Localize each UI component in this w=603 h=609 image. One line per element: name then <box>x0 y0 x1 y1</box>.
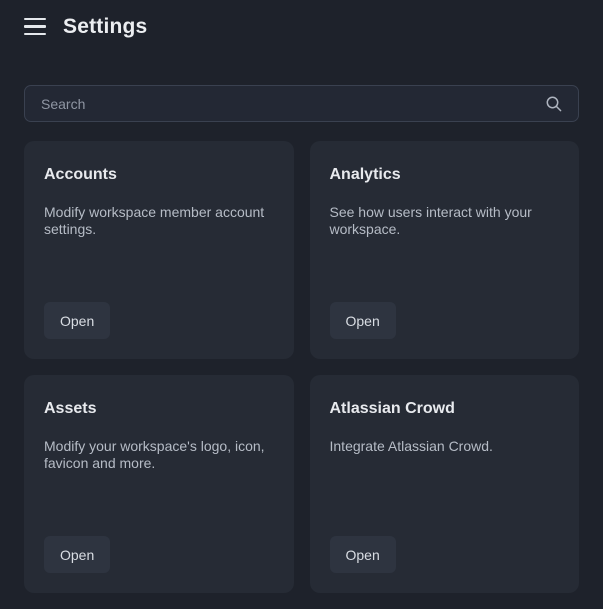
menu-icon <box>24 18 46 20</box>
card-accounts: Accounts Modify workspace member account… <box>24 141 294 359</box>
hamburger-menu-button[interactable] <box>24 18 46 36</box>
open-button-analytics[interactable]: Open <box>330 302 396 339</box>
open-button-atlassian-crowd[interactable]: Open <box>330 536 396 573</box>
card-assets: Assets Modify your workspace's logo, ico… <box>24 375 294 593</box>
menu-icon <box>24 25 46 27</box>
card-description: Modify your workspace's logo, icon, favi… <box>44 438 274 472</box>
card-title: Analytics <box>330 165 560 186</box>
page-title: Settings <box>63 15 147 39</box>
settings-card-grid: Accounts Modify workspace member account… <box>24 141 579 609</box>
card-title: Assets <box>44 399 274 420</box>
card-description: Integrate Atlassian Crowd. <box>330 438 560 455</box>
card-description: See how users interact with your workspa… <box>330 204 560 238</box>
search-bar <box>24 85 579 122</box>
search-input[interactable] <box>24 85 579 122</box>
card-title: Accounts <box>44 165 274 186</box>
card-description: Modify workspace member account settings… <box>44 204 274 238</box>
open-button-assets[interactable]: Open <box>44 536 110 573</box>
menu-icon <box>24 33 46 35</box>
open-button-accounts[interactable]: Open <box>44 302 110 339</box>
header: Settings <box>0 0 603 40</box>
card-atlassian-crowd: Atlassian Crowd Integrate Atlassian Crow… <box>310 375 580 593</box>
card-title: Atlassian Crowd <box>330 399 560 420</box>
card-analytics: Analytics See how users interact with yo… <box>310 141 580 359</box>
